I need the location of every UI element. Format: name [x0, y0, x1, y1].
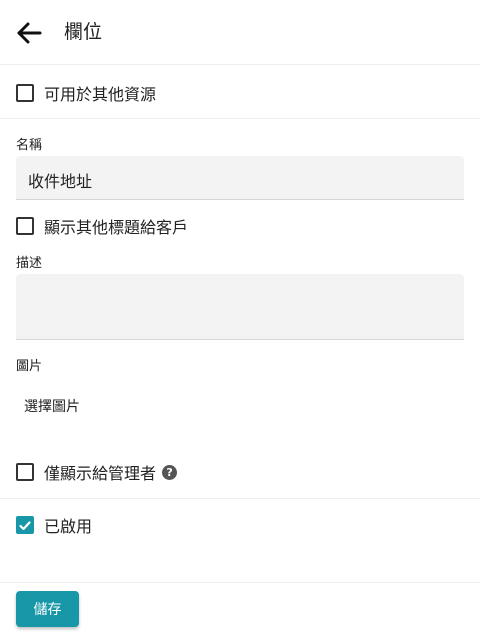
back-button[interactable]	[14, 18, 48, 48]
description-field-label: 描述	[16, 256, 43, 271]
checkbox-box[interactable]	[16, 516, 34, 534]
checkbox-label: 顯示其他標題給客戶	[44, 218, 189, 237]
checkbox-box[interactable]	[16, 463, 34, 481]
checkmark-icon	[19, 516, 31, 535]
checkbox-label: 已啟用	[44, 517, 93, 536]
page-title: 欄位	[64, 21, 103, 43]
checkbox-label: 僅顯示給管理者	[44, 464, 157, 483]
checkbox-box[interactable]	[16, 217, 34, 235]
arrow-left-icon	[14, 18, 48, 48]
divider	[0, 498, 480, 499]
checkbox-box[interactable]	[16, 84, 34, 102]
divider	[0, 118, 480, 119]
divider	[0, 582, 480, 583]
name-input[interactable]: 收件地址	[16, 156, 464, 200]
enabled-checkbox[interactable]: 已啟用	[16, 513, 92, 537]
save-button[interactable]: 儲存	[16, 591, 79, 627]
choose-image-button[interactable]: 選擇圖片	[24, 396, 80, 416]
checkbox-label: 可用於其他資源	[44, 85, 157, 104]
page-header: 欄位	[0, 0, 480, 65]
show-other-title-checkbox[interactable]: 顯示其他標題給客戶	[16, 214, 188, 238]
admin-only-checkbox[interactable]: 僅顯示給管理者 ?	[16, 460, 178, 484]
question-circle-icon[interactable]: ?	[162, 464, 178, 480]
description-textarea[interactable]	[16, 274, 464, 340]
name-field-label: 名稱	[16, 138, 43, 153]
image-field-label: 圖片	[16, 359, 43, 374]
name-input-value: 收件地址	[28, 172, 93, 191]
available-other-resources-checkbox[interactable]: 可用於其他資源	[16, 81, 156, 105]
